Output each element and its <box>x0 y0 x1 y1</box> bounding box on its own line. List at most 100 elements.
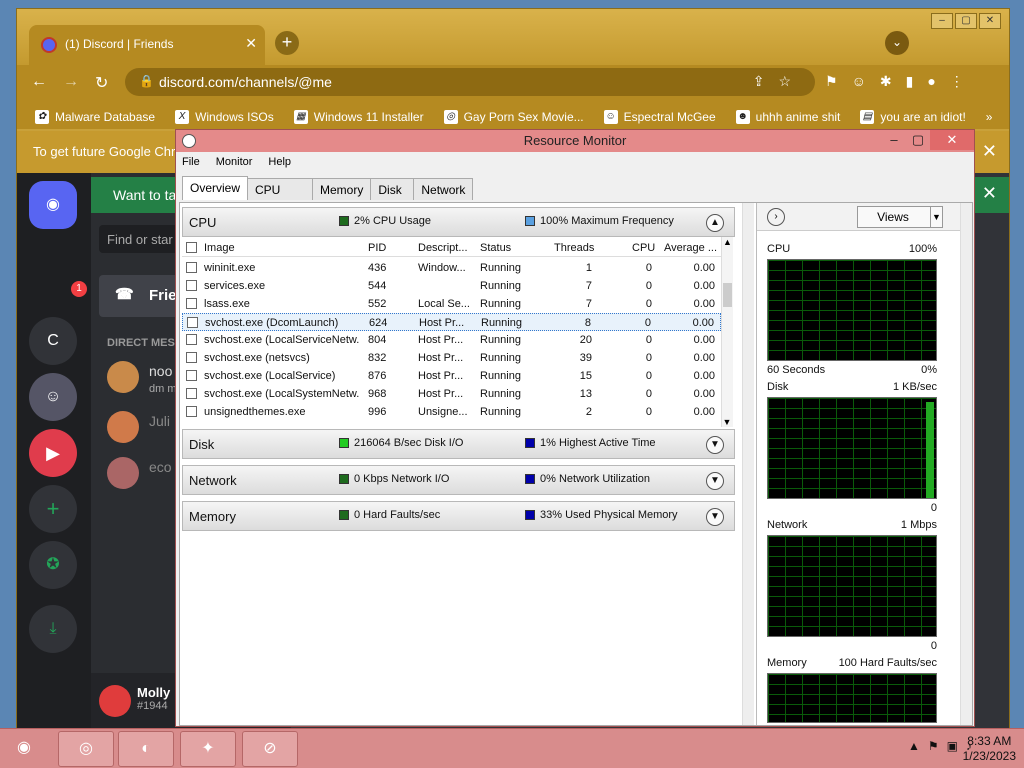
close-window-button[interactable]: ✕ <box>979 13 1001 29</box>
discord-home-icon[interactable]: ◉ <box>29 181 77 229</box>
bookmark-6[interactable]: ▤ you are an idiot! <box>860 105 966 129</box>
scroll-down-icon[interactable]: ▼ <box>722 417 732 427</box>
tab-cpu[interactable]: CPU <box>247 178 314 200</box>
bookmarks-overflow-icon[interactable]: » <box>986 105 993 129</box>
left-scrollbar[interactable] <box>742 203 754 725</box>
tab-network[interactable]: Network <box>413 178 474 200</box>
col-status[interactable]: Status <box>480 242 511 254</box>
tab-search-icon[interactable]: ⌄ <box>885 31 909 55</box>
new-tab-button[interactable]: + <box>275 31 299 55</box>
table-row[interactable]: svchost.exe (netsvcs) 832 Host Pr... Runnin… <box>182 349 721 367</box>
row-checkbox[interactable] <box>186 406 197 417</box>
profile-icon[interactable]: ● <box>927 73 935 90</box>
start-button[interactable]: ◉ <box>4 731 44 767</box>
cpu-section-header[interactable]: CPU 2% CPU Usage 100% Maximum Frequency … <box>182 207 735 237</box>
dropdown-arrow-icon[interactable]: ▼ <box>930 207 942 227</box>
tab-memory[interactable]: Memory <box>312 178 372 200</box>
flag-extension-icon[interactable]: ⚑ <box>825 73 838 90</box>
add-server-icon[interactable]: + <box>29 485 77 533</box>
col-image[interactable]: Image <box>204 242 235 254</box>
rm-maximize-button[interactable]: ▢ <box>906 130 930 150</box>
views-dropdown[interactable]: Views ▼ <box>857 206 943 228</box>
disk-section-header[interactable]: Disk 216064 B/sec Disk I/O 1% Highest Ac… <box>182 429 735 459</box>
maximize-button[interactable]: ▢ <box>955 13 977 29</box>
col-pid[interactable]: PID <box>368 242 386 254</box>
collapse-graphs-icon[interactable]: › <box>767 208 785 226</box>
server-c[interactable]: C <box>29 317 77 365</box>
lock-icon[interactable]: 🔒 <box>139 74 154 88</box>
bookmark-5[interactable]: ☻ uhhh anime shit <box>735 105 840 129</box>
bookmark-0[interactable]: ✿ Malware Database <box>35 105 155 129</box>
row-checkbox[interactable] <box>186 280 197 291</box>
table-row[interactable]: lsass.exe 552 Local Se... Running 7 0 0.00 <box>182 295 721 313</box>
taskbar-app[interactable]: ✦ <box>180 731 236 767</box>
table-row[interactable]: svchost.exe (LocalService) 876 Host Pr... R… <box>182 367 721 385</box>
tab-discord[interactable]: (1) Discord | Friends ✕ <box>29 25 265 65</box>
tab-title: (1) Discord | Friends <box>65 37 174 51</box>
table-row[interactable]: unsignedthemes.exe 996 Unsigne... Running 2 0… <box>182 403 721 421</box>
rm-close-button[interactable]: ✕ <box>930 130 974 150</box>
taskbar-resource-monitor[interactable]: ⊘ <box>242 731 298 767</box>
rm-minimize-button[interactable]: – <box>882 130 906 150</box>
scroll-thumb[interactable] <box>723 283 732 307</box>
close-tab-icon[interactable]: ✕ <box>245 35 257 52</box>
network-icon[interactable]: ▣ <box>947 739 958 753</box>
menu-help[interactable]: Help <box>268 156 291 168</box>
tab-overview[interactable]: Overview <box>182 176 249 200</box>
menu-file[interactable]: File <box>182 156 200 168</box>
right-scrollbar[interactable] <box>960 203 972 725</box>
taskbar-edge[interactable]: ◐ <box>118 731 174 767</box>
download-icon[interactable]: ⤓ <box>29 605 77 653</box>
col-threads[interactable]: Threads <box>554 242 594 254</box>
flag-icon[interactable]: ⚑ <box>928 739 939 753</box>
table-row[interactable]: services.exe 544 Running 7 0 0.00 <box>182 277 721 295</box>
expand-chevron-icon[interactable]: ▼ <box>706 436 724 454</box>
row-checkbox[interactable] <box>186 352 197 363</box>
bookmark-4[interactable]: ☺ Espectral McGee <box>603 105 716 129</box>
taskbar-chrome[interactable]: ◎ <box>58 731 114 767</box>
address-bar[interactable]: 🔒 discord.com/channels/@me ⇪☆ <box>125 68 815 96</box>
avatar-extension-icon[interactable]: ☺ <box>852 73 866 90</box>
network-section-header[interactable]: Network 0 Kbps Network I/O 0% Network Ut… <box>182 465 735 495</box>
row-checkbox[interactable] <box>186 262 197 273</box>
table-scrollbar[interactable]: ▲ ▼ <box>721 237 733 427</box>
select-all-checkbox[interactable] <box>186 242 197 253</box>
table-row[interactable]: svchost.exe (DcomLaunch) 624 Host Pr... Run… <box>182 313 721 331</box>
tab-disk[interactable]: Disk <box>370 178 415 200</box>
expand-chevron-icon[interactable]: ▼ <box>706 508 724 526</box>
close-banner-icon[interactable]: ✕ <box>982 183 997 204</box>
reload-icon[interactable]: ↻ <box>95 73 108 93</box>
sidepanel-icon[interactable]: ▮ <box>906 73 914 90</box>
close-infobar-icon[interactable]: ✕ <box>982 141 997 162</box>
share-star-icons[interactable]: ⇪☆ <box>753 73 805 90</box>
bookmark-3[interactable]: ◎ Gay Porn Sex Movie... <box>443 105 584 129</box>
table-row[interactable]: svchost.exe (LocalServiceNetw... 804 Host … <box>182 331 721 349</box>
menu-icon[interactable]: ⋮ <box>950 73 964 90</box>
menu-monitor[interactable]: Monitor <box>216 156 253 168</box>
expand-chevron-icon[interactable]: ▼ <box>706 472 724 490</box>
row-checkbox[interactable] <box>186 370 197 381</box>
row-checkbox[interactable] <box>187 317 198 328</box>
table-row[interactable]: svchost.exe (LocalSystemNetw... 968 Host P… <box>182 385 721 403</box>
clock[interactable]: 8:33 AM 1/23/2023 <box>963 734 1016 764</box>
bookmark-1[interactable]: X Windows ISOs <box>175 105 274 129</box>
table-row[interactable]: wininit.exe 436 Window... Running 1 0 0.00 <box>182 259 721 277</box>
explore-icon[interactable]: ✪ <box>29 541 77 589</box>
col-description[interactable]: Descript... <box>418 242 468 254</box>
row-checkbox[interactable] <box>186 298 197 309</box>
direct-messages-header: DIRECT MES <box>107 337 175 349</box>
collapse-chevron-icon[interactable]: ▲ <box>706 214 724 232</box>
forward-icon[interactable]: → <box>63 73 79 91</box>
bookmark-2[interactable]: ▦ Windows 11 Installer <box>293 105 424 129</box>
col-cpu[interactable]: CPU <box>632 242 655 254</box>
row-checkbox[interactable] <box>186 388 197 399</box>
row-checkbox[interactable] <box>186 334 197 345</box>
server-avatar[interactable]: ☺ <box>29 373 77 421</box>
back-icon[interactable]: ← <box>31 73 47 91</box>
server-music-icon[interactable]: ▶ <box>29 429 77 477</box>
memory-section-header[interactable]: Memory 0 Hard Faults/sec 33% Used Physic… <box>182 501 735 531</box>
puzzle-icon[interactable]: ✱ <box>880 73 892 90</box>
minimize-button[interactable]: – <box>931 13 953 29</box>
col-average-cpu[interactable]: Average ... <box>664 242 717 254</box>
tray-expand-icon[interactable]: ▲ <box>908 739 920 753</box>
